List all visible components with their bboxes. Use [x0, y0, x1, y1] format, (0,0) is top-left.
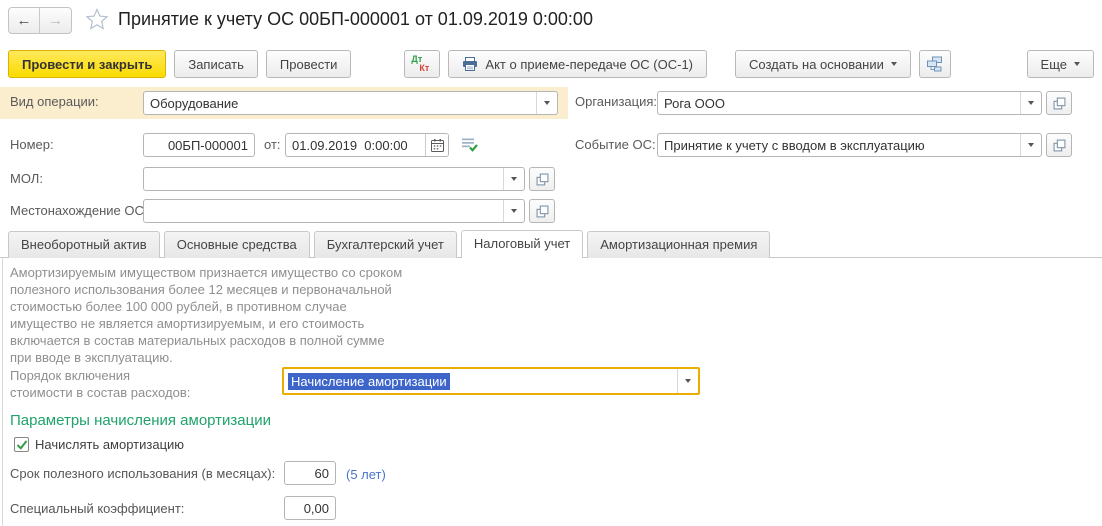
- number-value: 00БП-000001: [144, 138, 254, 153]
- dt-kt-button[interactable]: Дт Кт: [404, 50, 440, 78]
- mol-combo[interactable]: [143, 167, 525, 191]
- operation-kind-combo[interactable]: Оборудование: [143, 91, 558, 115]
- calendar-button[interactable]: [425, 134, 448, 156]
- write-button[interactable]: Записать: [174, 50, 258, 78]
- useful-life-hint: (5 лет): [346, 467, 386, 482]
- chevron-down-icon: [511, 177, 517, 181]
- chevron-down-icon: [1028, 101, 1034, 105]
- tab-buhgaltersky-uchet[interactable]: Бухгалтерский учет: [314, 231, 457, 258]
- favorite-star-button[interactable]: [86, 8, 108, 33]
- accrue-amortization-checkbox[interactable]: [14, 437, 29, 452]
- number-label: Номер:: [10, 137, 54, 152]
- document-check-icon: [461, 136, 478, 153]
- tab-amortizacionnaya-premiya[interactable]: Амортизационная премия: [587, 231, 770, 258]
- organization-combo[interactable]: Рога ООО: [657, 91, 1042, 115]
- tab-strip: Внеоборотный актив Основные средства Бух…: [0, 230, 1102, 258]
- calendar-icon: [431, 139, 444, 152]
- tab-osnovnye-sredstva[interactable]: Основные средства: [164, 231, 310, 258]
- location-combo[interactable]: [143, 199, 525, 223]
- set-posting-time-button[interactable]: [461, 136, 478, 156]
- include-order-label: Порядок включения стоимости в состав рас…: [10, 367, 190, 401]
- arrow-right-icon: →: [48, 12, 63, 29]
- mol-label: МОЛ:: [10, 171, 43, 186]
- document-structure-icon: [926, 56, 944, 72]
- operation-kind-dropdown[interactable]: [536, 92, 557, 114]
- include-order-dropdown[interactable]: [677, 369, 698, 393]
- open-window-icon: [1053, 97, 1066, 110]
- tab-vneoborotny-aktiv[interactable]: Внеоборотный актив: [8, 231, 160, 258]
- more-button[interactable]: Еще: [1027, 50, 1094, 78]
- more-label: Еще: [1041, 57, 1067, 72]
- event-value: Принятие к учету с вводом в эксплуатацию: [658, 138, 1020, 153]
- location-open-button[interactable]: [529, 199, 555, 223]
- date-input[interactable]: 01.09.2019 0:00:00: [285, 133, 449, 157]
- useful-life-value: 60: [285, 466, 335, 481]
- operation-kind-value: Оборудование: [144, 96, 536, 111]
- date-label: от:: [264, 137, 281, 152]
- chevron-down-icon: [1074, 62, 1080, 66]
- open-window-icon: [536, 205, 549, 218]
- event-label: Событие ОС:: [575, 137, 656, 152]
- accrue-amortization-label[interactable]: Начислять амортизацию: [35, 437, 184, 452]
- location-dropdown[interactable]: [503, 200, 524, 222]
- chevron-down-icon: [891, 62, 897, 66]
- arrow-left-icon: ←: [17, 12, 32, 29]
- print-act-label: Акт о приеме-передаче ОС (ОС-1): [485, 57, 693, 72]
- open-window-icon: [1053, 139, 1066, 152]
- forward-button[interactable]: →: [40, 8, 71, 33]
- amortization-params-header: Параметры начисления амортизации: [10, 412, 271, 429]
- chevron-down-icon: [511, 209, 517, 213]
- location-label: Местонахождение ОС:: [10, 203, 148, 218]
- printer-icon: [462, 57, 478, 71]
- mol-open-button[interactable]: [529, 167, 555, 191]
- event-combo[interactable]: Принятие к учету с вводом в эксплуатацию: [657, 133, 1042, 157]
- chevron-down-icon: [685, 379, 691, 383]
- include-order-combo[interactable]: Начисление амортизации: [282, 367, 700, 395]
- checkmark-icon: [16, 439, 28, 451]
- print-act-button[interactable]: Акт о приеме-передаче ОС (ОС-1): [448, 50, 707, 78]
- tab-nalogovy-uchet[interactable]: Налоговый учет: [461, 230, 583, 258]
- post-button[interactable]: Провести: [266, 50, 352, 78]
- chevron-down-icon: [544, 101, 550, 105]
- amortization-info-text: Амортизируемым имуществом признается иму…: [10, 264, 480, 366]
- star-icon: [86, 8, 108, 30]
- organization-dropdown[interactable]: [1020, 92, 1041, 114]
- number-input[interactable]: 00БП-000001: [143, 133, 255, 157]
- post-and-close-button[interactable]: Провести и закрыть: [8, 50, 166, 78]
- page-title: Принятие к учету ОС 00БП-000001 от 01.09…: [118, 9, 593, 30]
- date-value: 01.09.2019 0:00:00: [286, 138, 425, 153]
- useful-life-label: Срок полезного использования (в месяцах)…: [10, 466, 275, 481]
- open-window-icon: [536, 173, 549, 186]
- include-order-value: Начисление амортизации: [288, 373, 450, 390]
- useful-life-input[interactable]: 60: [284, 461, 336, 485]
- related-documents-button[interactable]: [919, 50, 951, 78]
- event-open-button[interactable]: [1046, 133, 1072, 157]
- create-on-basis-button[interactable]: Создать на основании: [735, 50, 911, 78]
- mol-dropdown[interactable]: [503, 168, 524, 190]
- nav-history-group: ← →: [8, 7, 72, 34]
- special-coef-value: 0,00: [285, 501, 335, 516]
- back-button[interactable]: ←: [9, 8, 40, 33]
- chevron-down-icon: [1028, 143, 1034, 147]
- event-dropdown[interactable]: [1020, 134, 1041, 156]
- organization-label: Организация:: [575, 94, 657, 109]
- special-coef-input[interactable]: 0,00: [284, 496, 336, 520]
- toolbar: Провести и закрыть Записать Провести Дт …: [8, 50, 1094, 78]
- operation-kind-label: Вид операции:: [10, 94, 99, 109]
- dt-kt-icon: Дт Кт: [411, 55, 433, 74]
- create-on-basis-label: Создать на основании: [749, 57, 884, 72]
- special-coef-label: Специальный коэффициент:: [10, 501, 184, 516]
- organization-value: Рога ООО: [658, 96, 1020, 111]
- organization-open-button[interactable]: [1046, 91, 1072, 115]
